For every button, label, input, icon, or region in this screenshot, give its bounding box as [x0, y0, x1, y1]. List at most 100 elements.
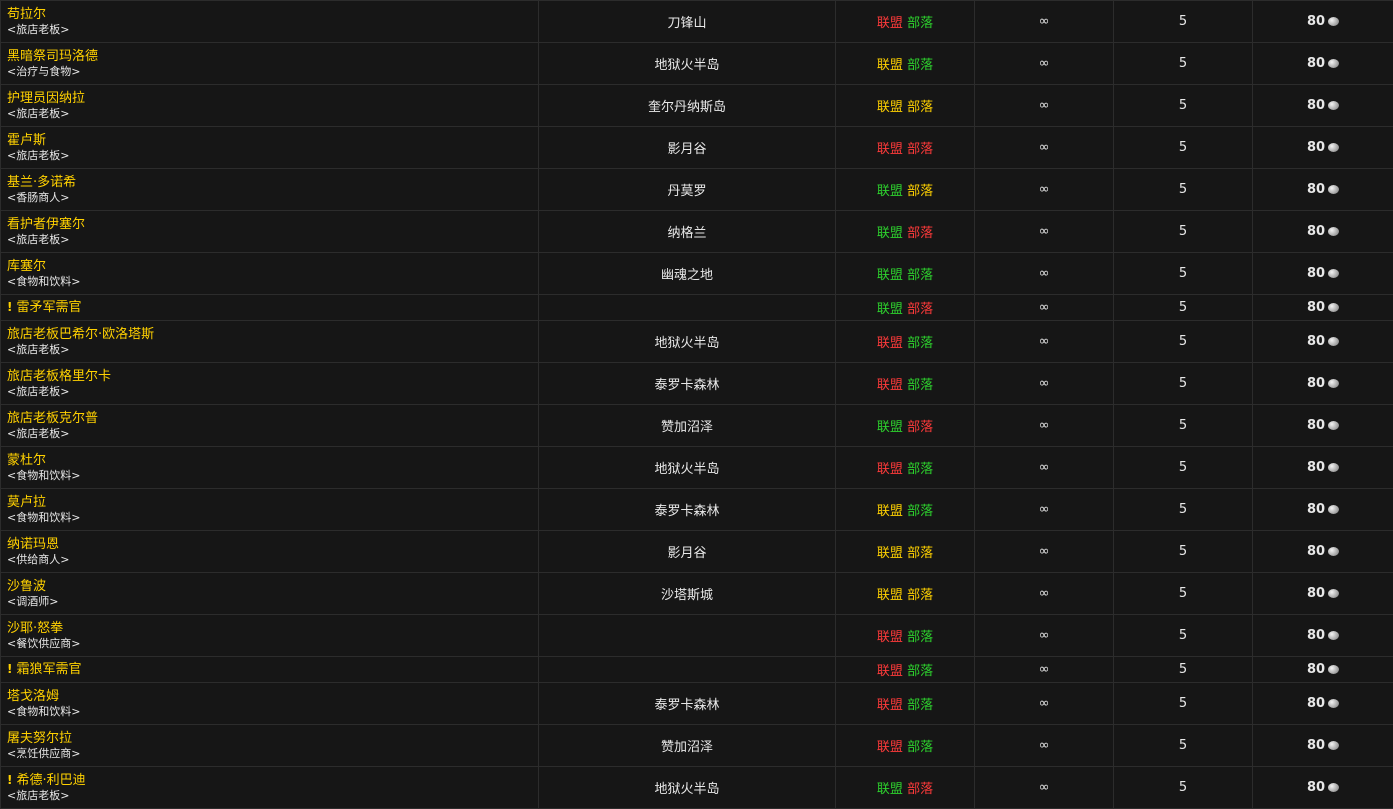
zone-link[interactable]: 泰罗卡森林	[539, 489, 836, 531]
npc-tag: <食物和饮料>	[7, 510, 538, 525]
alliance-reaction: 联盟	[877, 336, 903, 351]
alliance-reaction: 联盟	[877, 268, 903, 283]
quantity-cell: 5	[1114, 725, 1253, 767]
npc-cell: 莫卢拉<食物和饮料>	[1, 489, 539, 531]
quantity-cell: 5	[1114, 85, 1253, 127]
silver-coin-icon	[1328, 665, 1339, 674]
npc-name-link[interactable]: 纳诺玛恩	[7, 537, 59, 552]
alliance-reaction: 联盟	[877, 504, 903, 519]
zone-link[interactable]: 影月谷	[539, 127, 836, 169]
npc-name-link[interactable]: 霍卢斯	[7, 133, 46, 148]
npc-cell: 基兰·多诺希<香肠商人>	[1, 169, 539, 211]
reaction-cell: 联盟 部落	[836, 211, 975, 253]
npc-tag: <旅店老板>	[7, 384, 538, 399]
npc-name-link[interactable]: 莫卢拉	[7, 495, 46, 510]
npc-cell: 旅店老板巴希尔·欧洛塔斯<旅店老板>	[1, 321, 539, 363]
npc-tag: <供给商人>	[7, 552, 538, 567]
zone-link[interactable]: 沙塔斯城	[539, 573, 836, 615]
silver-coin-icon	[1328, 631, 1339, 640]
zone-link[interactable]	[539, 657, 836, 683]
npc-name-link[interactable]: 雷矛军需官	[16, 300, 81, 315]
cost-cell: 80	[1253, 615, 1393, 657]
zone-link[interactable]: 地狱火半岛	[539, 43, 836, 85]
npc-name-link[interactable]: 屠夫努尔拉	[7, 731, 72, 746]
cost-cell: 80	[1253, 127, 1393, 169]
npc-cell: 纳诺玛恩<供给商人>	[1, 531, 539, 573]
npc-name-link[interactable]: 护理员因纳拉	[7, 91, 85, 106]
quantity-cell: 5	[1114, 169, 1253, 211]
zone-link[interactable]: 幽魂之地	[539, 253, 836, 295]
stock-cell: ∞	[975, 725, 1114, 767]
silver-coin-icon	[1328, 185, 1339, 194]
zone-link[interactable]: 地狱火半岛	[539, 767, 836, 809]
npc-name-link[interactable]: 沙耶·怒拳	[7, 621, 63, 636]
zone-link[interactable]: 地狱火半岛	[539, 321, 836, 363]
npc-name-link[interactable]: 蒙杜尔	[7, 453, 46, 468]
cost-cell: 80	[1253, 253, 1393, 295]
horde-reaction: 部落	[907, 268, 933, 283]
zone-link[interactable]	[539, 295, 836, 321]
npc-tag: <旅店老板>	[7, 788, 538, 803]
zone-link[interactable]: 地狱火半岛	[539, 447, 836, 489]
quantity-cell: 5	[1114, 615, 1253, 657]
reaction-cell: 联盟 部落	[836, 405, 975, 447]
quantity-cell: 5	[1114, 211, 1253, 253]
cost-cell: 80	[1253, 767, 1393, 809]
npc-tag: <餐饮供应商>	[7, 636, 538, 651]
npc-name-link[interactable]: 塔戈洛姆	[7, 689, 59, 704]
npc-name-link[interactable]: 黑暗祭司玛洛德	[7, 49, 98, 64]
npc-name-link[interactable]: 旅店老板格里尔卡	[7, 369, 111, 384]
cost-cell: 80	[1253, 169, 1393, 211]
stock-cell: ∞	[975, 295, 1114, 321]
silver-coin-icon	[1328, 589, 1339, 598]
zone-link[interactable]: 丹莫罗	[539, 169, 836, 211]
zone-link[interactable]: 赞加沼泽	[539, 725, 836, 767]
zone-link[interactable]: 赞加沼泽	[539, 405, 836, 447]
npc-tag: <食物和饮料>	[7, 704, 538, 719]
table-row: !希德·利巴迪<旅店老板>地狱火半岛联盟 部落∞580	[1, 767, 1393, 809]
npc-name-link[interactable]: 旅店老板克尔普	[7, 411, 98, 426]
stock-cell: ∞	[975, 321, 1114, 363]
npc-name-link[interactable]: 基兰·多诺希	[7, 175, 76, 190]
quantity-cell: 5	[1114, 531, 1253, 573]
zone-link[interactable]: 泰罗卡森林	[539, 683, 836, 725]
alliance-reaction: 联盟	[877, 142, 903, 157]
horde-reaction: 部落	[907, 378, 933, 393]
zone-link[interactable]: 纳格兰	[539, 211, 836, 253]
cost-value: 80	[1307, 780, 1325, 795]
npc-cell: 看护者伊塞尔<旅店老板>	[1, 211, 539, 253]
zone-link[interactable]: 奎尔丹纳斯岛	[539, 85, 836, 127]
table-row: 基兰·多诺希<香肠商人>丹莫罗联盟 部落∞580	[1, 169, 1393, 211]
quantity-cell: 5	[1114, 657, 1253, 683]
reaction-cell: 联盟 部落	[836, 657, 975, 683]
stock-cell: ∞	[975, 615, 1114, 657]
npc-name-link[interactable]: 库塞尔	[7, 259, 46, 274]
cost-value: 80	[1307, 334, 1325, 349]
npc-name-link[interactable]: 看护者伊塞尔	[7, 217, 85, 232]
alliance-reaction: 联盟	[877, 378, 903, 393]
npc-name-link[interactable]: 希德·利巴迪	[16, 773, 85, 788]
npc-name-link[interactable]: 沙鲁波	[7, 579, 46, 594]
quantity-cell: 5	[1114, 767, 1253, 809]
zone-link[interactable]: 泰罗卡森林	[539, 363, 836, 405]
silver-coin-icon	[1328, 143, 1339, 152]
reaction-cell: 联盟 部落	[836, 767, 975, 809]
npc-name-link[interactable]: 苟拉尔	[7, 7, 46, 22]
quantity-cell: 5	[1114, 127, 1253, 169]
zone-link[interactable]: 影月谷	[539, 531, 836, 573]
alliance-reaction: 联盟	[877, 420, 903, 435]
cost-cell: 80	[1253, 447, 1393, 489]
zone-link[interactable]: 刀锋山	[539, 1, 836, 43]
cost-value: 80	[1307, 418, 1325, 433]
npc-cell: 护理员因纳拉<旅店老板>	[1, 85, 539, 127]
horde-reaction: 部落	[907, 142, 933, 157]
quantity-cell: 5	[1114, 43, 1253, 85]
silver-coin-icon	[1328, 269, 1339, 278]
stock-cell: ∞	[975, 253, 1114, 295]
stock-cell: ∞	[975, 405, 1114, 447]
zone-link[interactable]	[539, 615, 836, 657]
npc-name-link[interactable]: 旅店老板巴希尔·欧洛塔斯	[7, 327, 154, 342]
cost-value: 80	[1307, 300, 1325, 315]
stock-cell: ∞	[975, 43, 1114, 85]
npc-name-link[interactable]: 霜狼军需官	[16, 662, 81, 677]
